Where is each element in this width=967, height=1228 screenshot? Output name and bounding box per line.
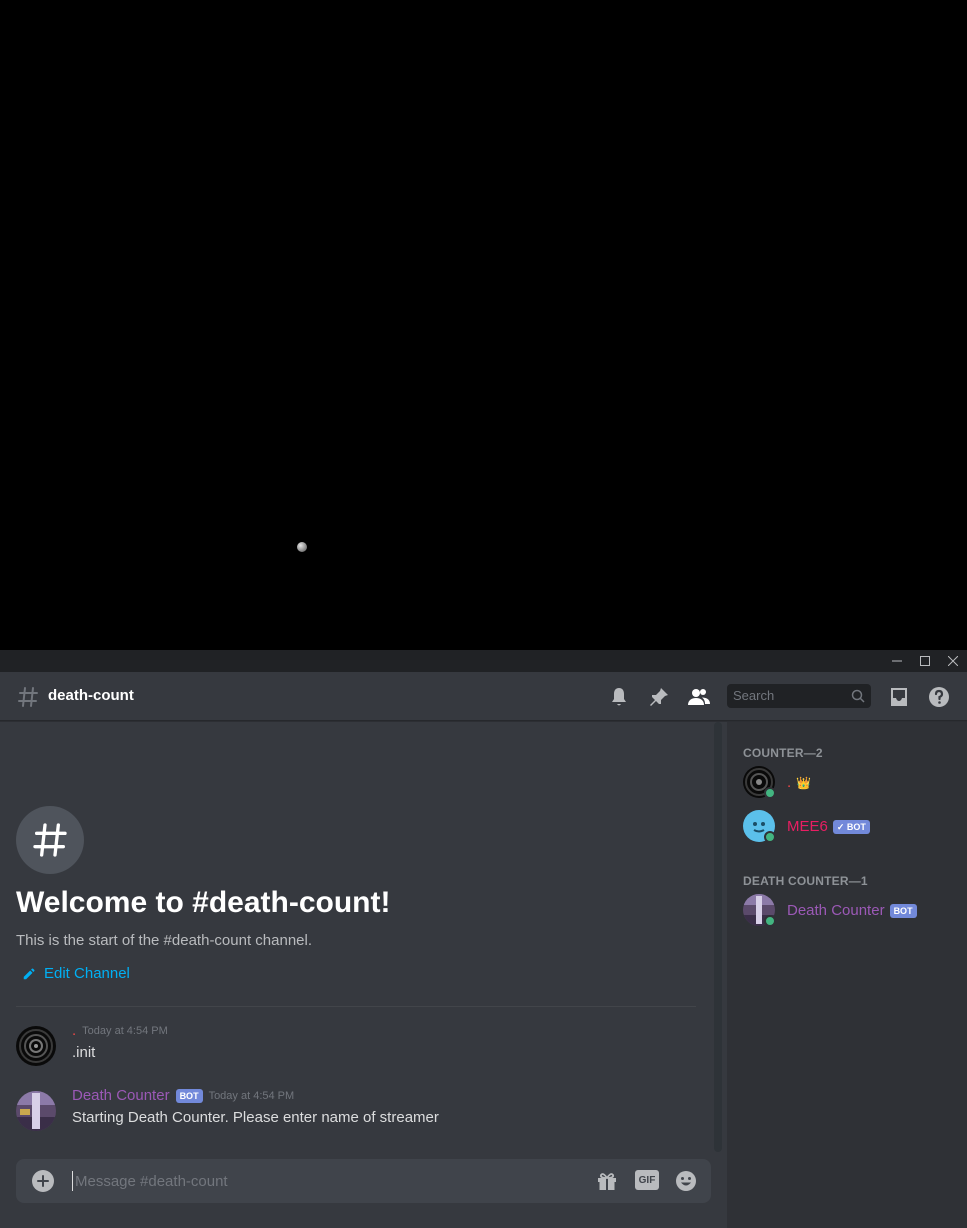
avatar[interactable] xyxy=(16,1026,56,1066)
channel-name: death-count xyxy=(48,687,134,704)
online-status-icon xyxy=(764,787,776,799)
title-bar xyxy=(0,650,967,672)
search-input[interactable]: Search xyxy=(727,684,871,708)
divider xyxy=(16,1006,696,1007)
member-name: Death Counter xyxy=(787,902,885,919)
channel-hash-icon xyxy=(16,806,84,874)
add-attachment-button[interactable] xyxy=(32,1170,54,1192)
bot-badge: BOT xyxy=(175,1088,203,1103)
message-text: .init xyxy=(72,1044,96,1061)
search-icon xyxy=(851,689,865,703)
members-icon[interactable] xyxy=(687,685,711,709)
video-area xyxy=(0,0,967,650)
hash-icon xyxy=(18,687,38,707)
member-item[interactable]: Death Counter BOT xyxy=(743,890,963,930)
pencil-icon xyxy=(23,967,35,979)
gif-button[interactable]: GIF xyxy=(635,1170,659,1190)
help-icon[interactable] xyxy=(927,685,951,709)
avatar xyxy=(743,810,776,843)
bot-badge: BOT xyxy=(889,903,917,918)
gift-icon[interactable] xyxy=(595,1169,619,1193)
moon-image xyxy=(297,542,307,552)
crown-icon: 👑 xyxy=(796,775,812,790)
message-username[interactable]: . xyxy=(72,1022,76,1039)
online-status-icon xyxy=(764,915,776,927)
pin-icon[interactable] xyxy=(647,685,671,709)
close-icon[interactable] xyxy=(939,650,967,672)
minimize-icon[interactable] xyxy=(883,650,911,672)
verified-bot-badge: ✓ BOT xyxy=(832,819,870,834)
member-name: . xyxy=(787,774,792,791)
emoji-icon[interactable] xyxy=(674,1169,698,1193)
edit-channel-link[interactable]: Edit Channel xyxy=(22,965,130,982)
chat-area: Welcome to #death-count! This is the sta… xyxy=(0,722,727,1228)
welcome-subtitle: This is the start of the #death-count ch… xyxy=(16,932,313,949)
discord-window: death-count Search Welcome to #death-cou… xyxy=(0,650,967,1228)
avatar xyxy=(743,766,776,799)
message-username[interactable]: Death Counter xyxy=(72,1087,170,1104)
avatar xyxy=(743,894,776,927)
maximize-icon[interactable] xyxy=(911,650,939,672)
message-input[interactable] xyxy=(72,1171,572,1191)
channel-header: death-count Search xyxy=(0,672,967,721)
member-group-header: DEATH COUNTER—1 xyxy=(743,874,868,888)
member-item[interactable]: . 👑 xyxy=(743,762,963,802)
message-composer: GIF xyxy=(16,1159,711,1203)
message-timestamp: Today at 4:54 PM xyxy=(208,1089,295,1102)
member-item[interactable]: MEE6 ✓ BOT xyxy=(743,806,963,846)
bell-icon[interactable] xyxy=(607,685,631,709)
member-group-header: COUNTER—2 xyxy=(743,746,823,760)
message-timestamp: Today at 4:54 PM xyxy=(82,1024,168,1037)
avatar[interactable] xyxy=(16,1091,56,1131)
message-text: Starting Death Counter. Please enter nam… xyxy=(72,1109,439,1126)
member-name: MEE6 xyxy=(787,818,828,835)
edit-channel-label: Edit Channel xyxy=(44,965,130,982)
member-list: COUNTER—2 . 👑 MEE6 ✓ BOT DEATH COUNTER—1… xyxy=(727,722,967,1228)
welcome-title: Welcome to #death-count! xyxy=(16,886,391,919)
plus-icon xyxy=(37,1175,49,1187)
scrollbar[interactable] xyxy=(714,722,722,1152)
search-placeholder: Search xyxy=(733,688,775,703)
online-status-icon xyxy=(764,831,776,843)
inbox-icon[interactable] xyxy=(887,685,911,709)
